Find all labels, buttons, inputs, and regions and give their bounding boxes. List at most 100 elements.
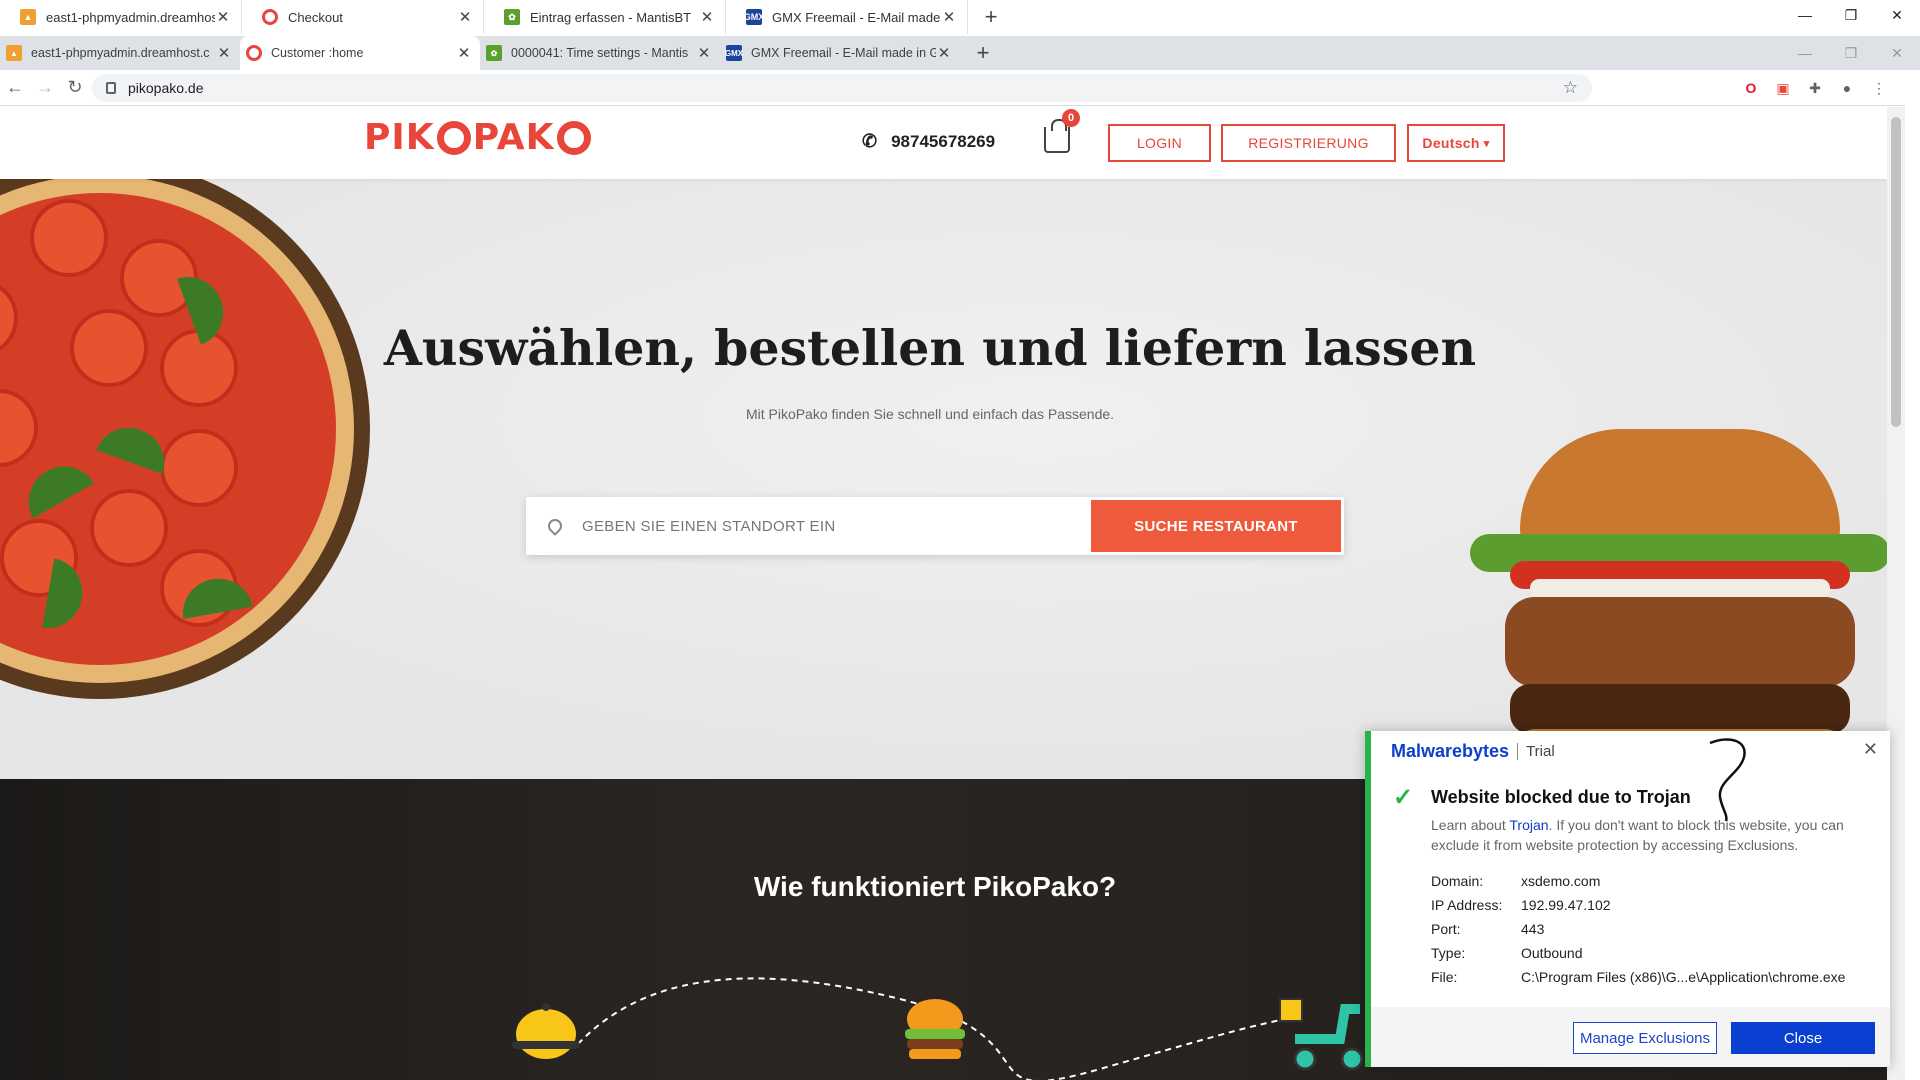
pikopako-logo[interactable]: PIK PAK (364, 117, 593, 158)
tab-title: Checkout (288, 9, 343, 25)
tab-title: Eintrag erfassen - MantisBT (530, 9, 692, 25)
mantis-icon: ✿ (486, 45, 502, 61)
handwritten-question-mark (1709, 738, 1746, 822)
close-icon[interactable]: ✕ (1863, 739, 1878, 760)
tab-title: GMX Freemail - E-Mail made in G (751, 46, 936, 60)
delivery-scooter-icon (1279, 998, 1364, 1071)
outer-tab-phpmyadmin[interactable]: ▲ east1-phpmyadmin.dreamhost.c ✕ (0, 0, 242, 34)
phone-icon: ✆ (862, 131, 878, 151)
cart-count-badge: 0 (1062, 109, 1080, 127)
malwarebytes-notification: Malwarebytes Trial ✕ ✓ Website blocked d… (1365, 731, 1890, 1067)
outer-tab-checkout[interactable]: Checkout ✕ (242, 0, 484, 34)
extension-icons: O ▣ ✚ ● ⋮ (1739, 76, 1891, 100)
login-button[interactable]: LOGIN (1108, 124, 1211, 162)
register-button[interactable]: REGISTRIERUNG (1221, 124, 1396, 162)
phpmyadmin-icon: ▲ (6, 45, 22, 61)
scrollbar-thumb[interactable] (1891, 117, 1901, 427)
close-button[interactable]: Close (1731, 1022, 1875, 1054)
logo-text-left: PIK (364, 117, 435, 158)
inner-tab-phpmyadmin[interactable]: ▲ east1-phpmyadmin.dreamhost.c ✕ (0, 36, 240, 70)
tab-title: Customer :home (271, 46, 364, 60)
bookmark-star-icon[interactable]: ☆ (1563, 78, 1578, 98)
logo-text-right: PAK (472, 117, 555, 158)
mb-title: Website blocked due to Trojan (1431, 787, 1691, 807)
trial-label: Trial (1517, 743, 1555, 760)
close-tab-icon[interactable]: ✕ (457, 8, 473, 26)
logo-ring-icon (556, 120, 591, 155)
pikopako-icon (262, 9, 278, 25)
burger-image (1470, 429, 1887, 779)
detail-row: File: C:\Program Files (x86)\G...e\Applic… (1431, 969, 1846, 985)
new-tab-button[interactable]: + (968, 40, 998, 66)
location-pin-icon (545, 516, 565, 536)
close-window-icon[interactable]: ✕ (1874, 0, 1920, 30)
close-tab-icon[interactable]: ✕ (216, 44, 232, 62)
detail-row: Port: 443 (1431, 921, 1545, 937)
detail-row: Type: Outbound (1431, 945, 1583, 961)
burger-step-icon (905, 999, 965, 1059)
outer-tab-mantis[interactable]: ✿ Eintrag erfassen - MantisBT ✕ (484, 0, 726, 34)
manage-exclusions-button[interactable]: Manage Exclusions (1573, 1022, 1717, 1054)
url-text: pikopako.de (128, 80, 204, 96)
close-tab-icon[interactable]: ✕ (941, 8, 957, 26)
location-search: SUCHE RESTAURANT (526, 497, 1344, 555)
minimize-icon[interactable]: — (1782, 38, 1828, 68)
location-input[interactable] (582, 517, 1091, 535)
inner-tab-strip: ▲ east1-phpmyadmin.dreamhost.c ✕ Custome… (0, 36, 1920, 70)
hero-subtitle: Mit PikoPako finden Sie schnell und einf… (745, 406, 1115, 422)
minimize-icon[interactable]: — (1782, 0, 1828, 30)
outer-tab-strip: ▲ east1-phpmyadmin.dreamhost.c ✕ Checkou… (0, 0, 1920, 34)
language-select[interactable]: Deutsch ▾ (1407, 124, 1505, 162)
site-header: PIK PAK ✆ 98745678269 0 LOGIN REGISTRIER… (0, 107, 1887, 179)
close-tab-icon[interactable]: ✕ (215, 8, 231, 26)
mantis-icon: ✿ (504, 9, 520, 25)
address-input[interactable]: pikopako.de ☆ (92, 74, 1592, 102)
profile-avatar-icon[interactable]: ● (1835, 76, 1859, 100)
reload-icon[interactable]: ↻ (60, 77, 90, 98)
mb-description: Learn about Trojan. If you don't want to… (1431, 817, 1844, 853)
new-tab-button[interactable]: + (976, 4, 1006, 30)
phpmyadmin-icon: ▲ (20, 9, 36, 25)
hero-section: Auswählen, bestellen und liefern lassen … (0, 179, 1887, 779)
phone-number: 98745678269 (891, 131, 996, 151)
mb-details: Domain: xsdemo.com IP Address: 192.99.47.1… (1431, 869, 1845, 989)
phone-contact[interactable]: ✆ 98745678269 (862, 131, 995, 152)
mb-header: Malwarebytes Trial (1391, 741, 1555, 762)
tab-title: 0000041: Time settings - Mantis (511, 46, 689, 60)
search-restaurant-button[interactable]: SUCHE RESTAURANT (1091, 500, 1341, 552)
language-label: Deutsch (1422, 135, 1480, 151)
mb-footer: Manage Exclusions Close (1371, 1007, 1890, 1067)
extensions-puzzle-icon[interactable]: ✚ (1803, 76, 1827, 100)
trojan-link[interactable]: Trojan (1509, 817, 1548, 833)
checkmark-icon: ✓ (1393, 784, 1414, 811)
inner-tab-mantis[interactable]: ✿ 0000041: Time settings - Mantis ✕ (480, 36, 720, 70)
detail-row: Domain: xsdemo.com (1431, 873, 1601, 889)
hero-title: Auswählen, bestellen und liefern lassen (383, 319, 1477, 377)
close-tab-icon[interactable]: ✕ (456, 44, 472, 62)
back-icon[interactable]: ← (0, 77, 30, 98)
restore-icon[interactable]: ❐ (1828, 38, 1874, 68)
close-tab-icon[interactable]: ✕ (696, 44, 712, 62)
cart-icon[interactable]: 0 (1044, 109, 1080, 153)
opera-icon[interactable]: O (1739, 76, 1763, 100)
gmx-icon: GMX (725, 45, 743, 61)
pizza-image (0, 179, 370, 699)
close-window-icon[interactable]: ✕ (1874, 38, 1920, 68)
outer-tab-gmx[interactable]: GMX GMX Freemail - E-Mail made in G ✕ (726, 0, 968, 34)
forward-icon[interactable]: → (30, 77, 60, 98)
close-tab-icon[interactable]: ✕ (936, 44, 952, 62)
gmx-icon: GMX (744, 9, 764, 25)
toolbar: ← → ↻ pikopako.de ☆ O ▣ ✚ ● ⋮ (0, 70, 1905, 106)
window-controls: — ❐ ✕ (1782, 0, 1920, 30)
inner-tab-customer-home[interactable]: Customer :home ✕ (240, 36, 480, 70)
lock-icon[interactable] (106, 82, 116, 94)
close-tab-icon[interactable]: ✕ (699, 8, 715, 26)
pocket-icon[interactable]: ▣ (1771, 76, 1795, 100)
tab-title: east1-phpmyadmin.dreamhost.c (46, 9, 215, 25)
menu-kebab-icon[interactable]: ⋮ (1867, 76, 1891, 100)
pikopako-icon (246, 45, 262, 61)
tab-title: east1-phpmyadmin.dreamhost.c (31, 46, 210, 60)
detail-row: IP Address: 192.99.47.102 (1431, 897, 1611, 913)
restore-icon[interactable]: ❐ (1828, 0, 1874, 30)
inner-tab-gmx[interactable]: GMX GMX Freemail - E-Mail made in G ✕ (720, 36, 960, 70)
